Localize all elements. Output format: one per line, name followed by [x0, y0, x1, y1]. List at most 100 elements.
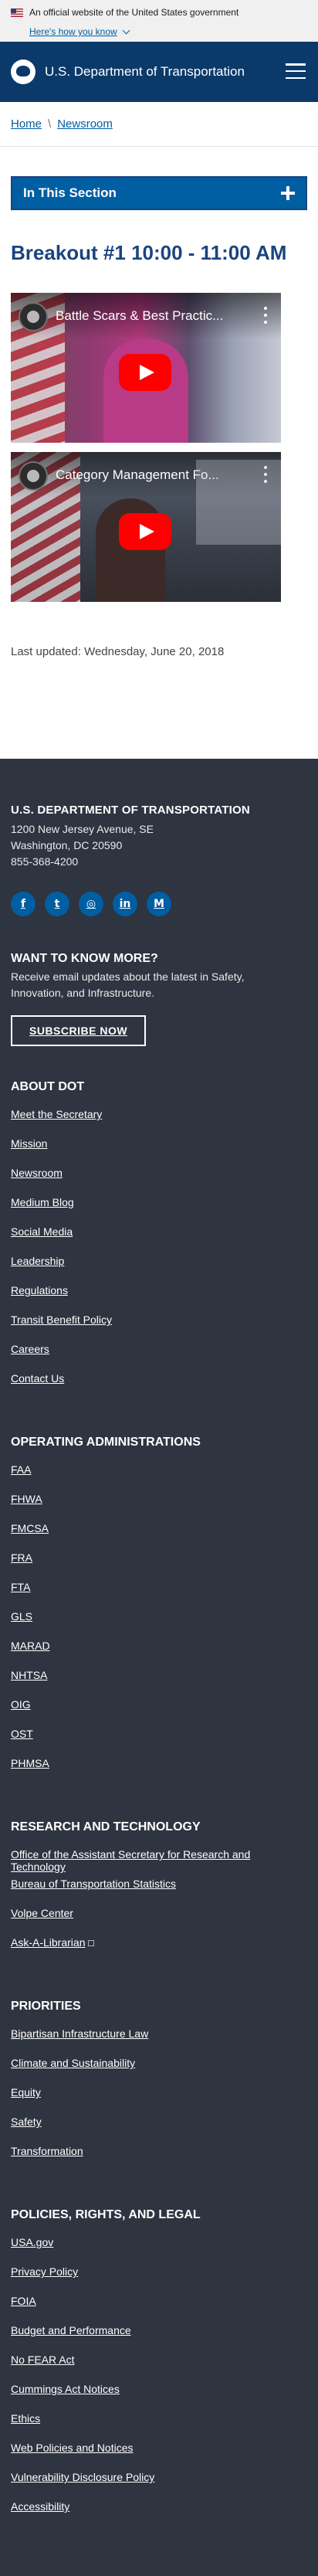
- footer-link-item: GLS: [11, 1610, 307, 1640]
- page-title: Breakout #1 10:00 - 11:00 AM: [11, 241, 287, 264]
- footer-link[interactable]: Equity: [11, 2086, 41, 2099]
- footer-link[interactable]: Cummings Act Notices: [11, 2383, 120, 2395]
- footer-link-item: Cummings Act Notices: [11, 2383, 307, 2412]
- footer-link[interactable]: Bureau of Transportation Statistics: [11, 1878, 176, 1890]
- footer-link-item: Accessibility: [11, 2500, 307, 2530]
- gov-banner-row: An official website of the United States…: [11, 6, 307, 19]
- footer-link-item: Privacy Policy: [11, 2265, 307, 2295]
- how-you-know-link[interactable]: Here's how you know: [29, 26, 130, 37]
- footer-link-item: Ask-A-Librarian: [11, 1936, 307, 1966]
- gov-banner-text: An official website of the United States…: [29, 7, 239, 18]
- footer-link-item: Careers: [11, 1343, 307, 1372]
- footer-link-list: FAA FHWA FMCSA FRA FTA GLS MARAD NHTSA OIG OST PHM…: [11, 1463, 307, 1786]
- breadcrumb-newsroom[interactable]: Newsroom: [57, 117, 113, 131]
- footer-section-title: OPERATING ADMINISTRATIONS: [11, 1436, 201, 1449]
- footer-link-item: Social Media: [11, 1225, 307, 1255]
- site-footer: U.S. DEPARTMENT OF TRANSPORTATION 1200 N…: [0, 759, 318, 2576]
- social-links: f t ◎ in M: [11, 892, 307, 917]
- footer-link[interactable]: FTA: [11, 1581, 30, 1593]
- footer-link-item: Meet the Secretary: [11, 1108, 307, 1137]
- footer-org-name: U.S. DEPARTMENT OF TRANSPORTATION: [11, 804, 250, 817]
- footer-link-item: Ethics: [11, 2412, 307, 2442]
- footer-link[interactable]: Accessibility: [11, 2500, 69, 2513]
- site-title[interactable]: U.S. Department of Transportation: [45, 64, 245, 80]
- more-options-icon[interactable]: [264, 307, 267, 325]
- plus-icon: [281, 186, 295, 200]
- footer-link[interactable]: FHWA: [11, 1493, 42, 1505]
- footer-link[interactable]: Mission: [11, 1137, 47, 1150]
- footer-link-item: NHTSA: [11, 1669, 307, 1698]
- footer-link[interactable]: Meet the Secretary: [11, 1108, 102, 1120]
- footer-link-list: Bipartisan Infrastructure Law Climate and…: [11, 2027, 307, 2174]
- footer-link-item: Volpe Center: [11, 1907, 307, 1936]
- how-you-know-label: Here's how you know: [29, 26, 117, 37]
- footer-link[interactable]: NHTSA: [11, 1669, 47, 1681]
- twitter-icon[interactable]: t: [45, 892, 69, 917]
- footer-link[interactable]: Regulations: [11, 1284, 68, 1296]
- footer-link[interactable]: Transit Benefit Policy: [11, 1313, 112, 1326]
- footer-link[interactable]: Leadership: [11, 1255, 64, 1267]
- footer-link-item: Climate and Sustainability: [11, 2057, 307, 2086]
- footer-link-item: Bipartisan Infrastructure Law: [11, 2027, 307, 2057]
- footer-link[interactable]: No FEAR Act: [11, 2353, 74, 2366]
- footer-link-item: FHWA: [11, 1493, 307, 1522]
- breadcrumb-home[interactable]: Home: [11, 117, 42, 131]
- footer-link[interactable]: Medium Blog: [11, 1196, 74, 1208]
- subscribe-button[interactable]: SUBSCRIBE NOW: [11, 1015, 147, 1047]
- footer-link[interactable]: FOIA: [11, 2295, 36, 2307]
- instagram-icon[interactable]: ◎: [79, 892, 103, 917]
- footer-link-item: Regulations: [11, 1284, 307, 1313]
- footer-link[interactable]: Careers: [11, 1343, 49, 1355]
- footer-link[interactable]: Transformation: [11, 2145, 83, 2157]
- footer-link[interactable]: Privacy Policy: [11, 2265, 78, 2278]
- footer-link-item: Safety: [11, 2116, 307, 2145]
- footer-link[interactable]: FAA: [11, 1463, 31, 1476]
- footer-link-item: Transformation: [11, 2145, 307, 2174]
- youtube-play-icon[interactable]: [119, 354, 171, 392]
- medium-icon[interactable]: M: [147, 892, 171, 917]
- footer-link-item: Leadership: [11, 1255, 307, 1284]
- channel-avatar-icon[interactable]: [19, 302, 48, 332]
- footer-link[interactable]: Climate and Sustainability: [11, 2057, 135, 2069]
- footer-link-list: USA.gov Privacy Policy FOIA Budget and Perf…: [11, 2236, 307, 2530]
- footer-link[interactable]: Bipartisan Infrastructure Law: [11, 2027, 148, 2040]
- footer-link[interactable]: Ethics: [11, 2412, 40, 2425]
- footer-link[interactable]: Contact Us: [11, 1372, 64, 1385]
- footer-link[interactable]: FMCSA: [11, 1522, 49, 1534]
- more-options-icon[interactable]: [264, 466, 267, 484]
- video-title-1[interactable]: Battle Scars & Best Practic...: [56, 308, 247, 324]
- footer-link[interactable]: USA.gov: [11, 2236, 53, 2248]
- footer-link[interactable]: GLS: [11, 1610, 32, 1623]
- footer-link[interactable]: Vulnerability Disclosure Policy: [11, 2471, 154, 2483]
- footer-link[interactable]: Office of the Assistant Secretary for Re…: [11, 1848, 250, 1873]
- footer-link-item: Contact Us: [11, 1372, 307, 1402]
- linkedin-icon[interactable]: in: [113, 892, 137, 917]
- facebook-icon[interactable]: f: [11, 892, 36, 917]
- footer-link-sections: ABOUT DOT Meet the Secretary Mission Newsro…: [11, 1080, 307, 2530]
- channel-avatar-icon[interactable]: [19, 461, 48, 491]
- video-title-2[interactable]: Category Management Fo...: [56, 467, 247, 483]
- footer-link[interactable]: MARAD: [11, 1640, 50, 1652]
- footer-link[interactable]: Volpe Center: [11, 1907, 73, 1919]
- footer-link[interactable]: PHMSA: [11, 1757, 49, 1769]
- dot-logo-icon[interactable]: [11, 59, 36, 84]
- footer-section-title: ABOUT DOT: [11, 1080, 85, 1094]
- footer-link[interactable]: Newsroom: [11, 1167, 63, 1179]
- footer-link[interactable]: Safety: [11, 2116, 42, 2128]
- footer-link[interactable]: Budget and Performance: [11, 2324, 131, 2336]
- video-player-2[interactable]: Category Management Fo...: [11, 452, 281, 603]
- hamburger-menu-icon[interactable]: [286, 63, 306, 79]
- youtube-play-icon[interactable]: [119, 513, 171, 551]
- external-link-icon: [88, 1940, 95, 1947]
- in-this-section-toggle[interactable]: In This Section: [11, 176, 307, 210]
- footer-link[interactable]: FRA: [11, 1551, 32, 1564]
- footer-link[interactable]: Web Policies and Notices: [11, 2442, 133, 2454]
- footer-link[interactable]: OST: [11, 1728, 33, 1740]
- footer-link[interactable]: OIG: [11, 1698, 31, 1711]
- footer-link-item: Newsroom: [11, 1167, 307, 1196]
- footer-link[interactable]: Ask-A-Librarian: [11, 1936, 85, 1949]
- footer-link[interactable]: Social Media: [11, 1225, 73, 1238]
- footer-link-item: OIG: [11, 1698, 307, 1728]
- video-player-1[interactable]: Battle Scars & Best Practic...: [11, 293, 281, 443]
- newsletter-heading: WANT TO KNOW MORE?: [11, 952, 158, 966]
